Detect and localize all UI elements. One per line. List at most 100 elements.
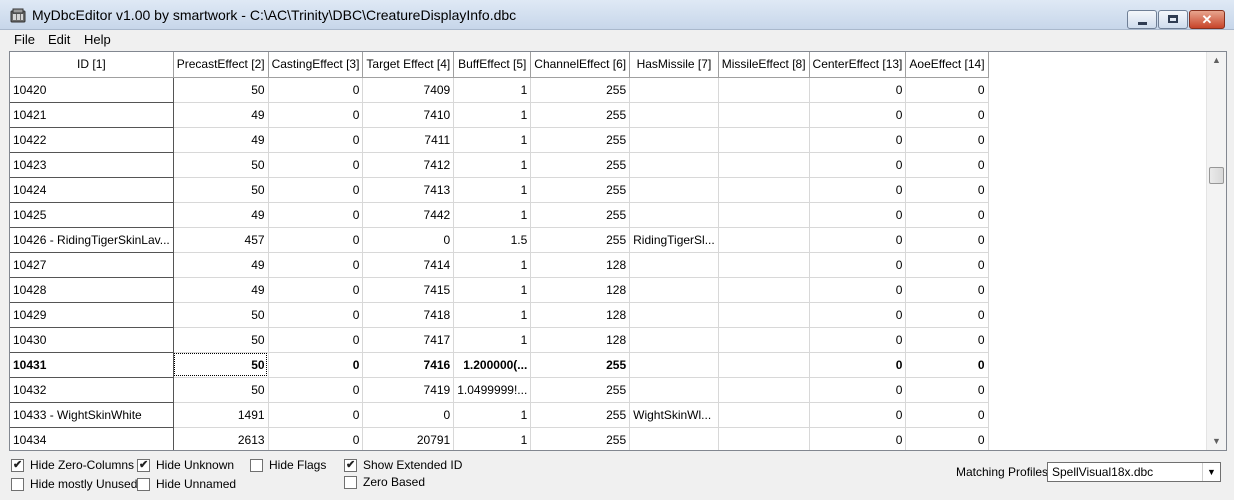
table-cell[interactable] <box>718 177 810 203</box>
table-cell[interactable]: 7413 <box>362 177 455 203</box>
table-cell[interactable]: 1 <box>453 202 532 228</box>
scroll-down-icon[interactable]: ▼ <box>1207 433 1226 450</box>
table-cell[interactable]: 0 <box>809 102 907 128</box>
hide-zero-columns-option[interactable]: ✔ Hide Zero-Columns <box>11 457 134 473</box>
table-cell[interactable]: 0 <box>809 352 907 378</box>
table-cell[interactable] <box>718 327 810 353</box>
table-cell[interactable]: 49 <box>173 202 269 228</box>
row-id-cell[interactable]: 10431 <box>10 352 174 378</box>
table-cell[interactable]: 0 <box>268 327 364 353</box>
table-cell[interactable]: 0 <box>809 427 907 450</box>
table-cell[interactable]: 1.200000(... <box>453 352 532 378</box>
table-cell[interactable]: 0 <box>905 227 989 253</box>
table-cell[interactable]: 255 <box>530 352 631 378</box>
table-cell[interactable]: 1.0499999!... <box>453 377 532 403</box>
minimize-button[interactable] <box>1127 10 1157 29</box>
table-cell[interactable] <box>718 377 810 403</box>
table-cell[interactable]: 0 <box>905 77 989 103</box>
table-cell[interactable]: 20791 <box>362 427 455 450</box>
table-cell[interactable]: 128 <box>530 252 631 278</box>
table-cell[interactable]: 50 <box>173 77 269 103</box>
table-cell[interactable]: 50 <box>173 302 269 328</box>
table-cell[interactable]: 128 <box>530 302 631 328</box>
column-header[interactable]: CastingEffect [3] <box>268 52 364 78</box>
table-cell[interactable]: 7417 <box>362 327 455 353</box>
table-cell[interactable]: 0 <box>905 202 989 228</box>
table-cell[interactable] <box>629 177 719 203</box>
table-cell[interactable]: 0 <box>905 102 989 128</box>
table-row[interactable]: 10423 50 0 7412 1 255 0 0 <box>10 152 989 178</box>
table-cell[interactable]: WightSkinWl... <box>629 402 719 428</box>
column-header[interactable]: MissileEffect [8] <box>718 52 810 78</box>
table-cell[interactable]: 0 <box>905 377 989 403</box>
vertical-scrollbar[interactable]: ▲ ▼ <box>1206 52 1226 450</box>
data-grid[interactable]: ID [1] PrecastEffect [2] CastingEffect [3]… <box>9 51 1227 451</box>
table-cell[interactable]: 49 <box>173 102 269 128</box>
table-row[interactable]: 10422 49 0 7411 1 255 0 0 <box>10 127 989 153</box>
table-cell[interactable]: 50 <box>173 152 269 178</box>
hide-unnamed-option[interactable]: Hide Unnamed <box>137 476 236 492</box>
table-cell[interactable]: 50 <box>173 327 269 353</box>
table-cell[interactable]: 0 <box>268 152 364 178</box>
menu-file[interactable]: File <box>14 32 35 47</box>
table-cell[interactable]: 255 <box>530 227 631 253</box>
maximize-button[interactable] <box>1158 10 1188 29</box>
table-cell[interactable]: 128 <box>530 277 631 303</box>
table-cell[interactable] <box>629 102 719 128</box>
row-id-cell[interactable]: 10423 <box>10 152 174 178</box>
table-cell[interactable]: 0 <box>268 102 364 128</box>
table-cell[interactable]: 0 <box>905 352 989 378</box>
column-header[interactable]: HasMissile [7] <box>629 52 719 78</box>
menu-help[interactable]: Help <box>84 32 111 47</box>
table-cell[interactable]: 0 <box>268 402 364 428</box>
table-cell[interactable]: 50 <box>173 177 269 203</box>
row-id-cell[interactable]: 10425 <box>10 202 174 228</box>
hide-flags-checkbox[interactable] <box>250 459 263 472</box>
table-cell[interactable]: 0 <box>268 427 364 450</box>
table-cell[interactable] <box>629 352 719 378</box>
row-id-cell[interactable]: 10422 <box>10 127 174 153</box>
table-cell[interactable] <box>629 277 719 303</box>
table-cell[interactable]: 0 <box>809 252 907 278</box>
table-row[interactable]: 10421 49 0 7410 1 255 0 0 <box>10 102 989 128</box>
table-cell[interactable]: 0 <box>809 227 907 253</box>
table-cell[interactable]: 0 <box>809 202 907 228</box>
table-cell[interactable] <box>629 202 719 228</box>
table-cell[interactable]: 0 <box>809 377 907 403</box>
table-cell[interactable]: 0 <box>809 177 907 203</box>
table-cell[interactable] <box>629 152 719 178</box>
table-row[interactable]: 10432 50 0 7419 1.0499999!... 255 0 0 <box>10 377 989 403</box>
menu-edit[interactable]: Edit <box>48 32 70 47</box>
table-cell[interactable]: 0 <box>809 77 907 103</box>
table-cell[interactable]: 1 <box>453 252 532 278</box>
table-cell[interactable]: 0 <box>905 127 989 153</box>
table-cell[interactable] <box>718 202 810 228</box>
table-cell[interactable] <box>718 102 810 128</box>
table-cell[interactable]: 1 <box>453 427 532 450</box>
column-header[interactable]: Target Effect [4] <box>362 52 455 78</box>
table-row[interactable]: 10434 2613 0 20791 1 255 0 0 <box>10 427 989 450</box>
chevron-down-icon[interactable]: ▼ <box>1202 463 1220 481</box>
row-id-cell[interactable]: 10427 <box>10 252 174 278</box>
table-cell[interactable]: 255 <box>530 102 631 128</box>
table-cell[interactable]: 1.5 <box>453 227 532 253</box>
table-cell[interactable] <box>718 427 810 450</box>
table-cell[interactable]: 1 <box>453 152 532 178</box>
table-cell[interactable] <box>718 227 810 253</box>
table-cell[interactable]: 0 <box>362 227 455 253</box>
table-cell[interactable]: 0 <box>809 402 907 428</box>
hide-mostly-unused-option[interactable]: Hide mostly Unused <box>11 476 137 492</box>
row-id-cell[interactable]: 10424 <box>10 177 174 203</box>
table-cell[interactable]: 7416 <box>362 352 455 378</box>
table-cell[interactable]: 0 <box>809 152 907 178</box>
table-cell[interactable] <box>629 427 719 450</box>
table-cell[interactable]: 0 <box>905 302 989 328</box>
table-cell[interactable]: 50 <box>173 352 269 378</box>
table-cell[interactable]: 7442 <box>362 202 455 228</box>
table-cell[interactable] <box>718 352 810 378</box>
table-cell[interactable]: 0 <box>362 402 455 428</box>
table-row[interactable]: 10425 49 0 7442 1 255 0 0 <box>10 202 989 228</box>
table-cell[interactable]: 1 <box>453 127 532 153</box>
table-cell[interactable] <box>629 327 719 353</box>
table-cell[interactable] <box>718 277 810 303</box>
